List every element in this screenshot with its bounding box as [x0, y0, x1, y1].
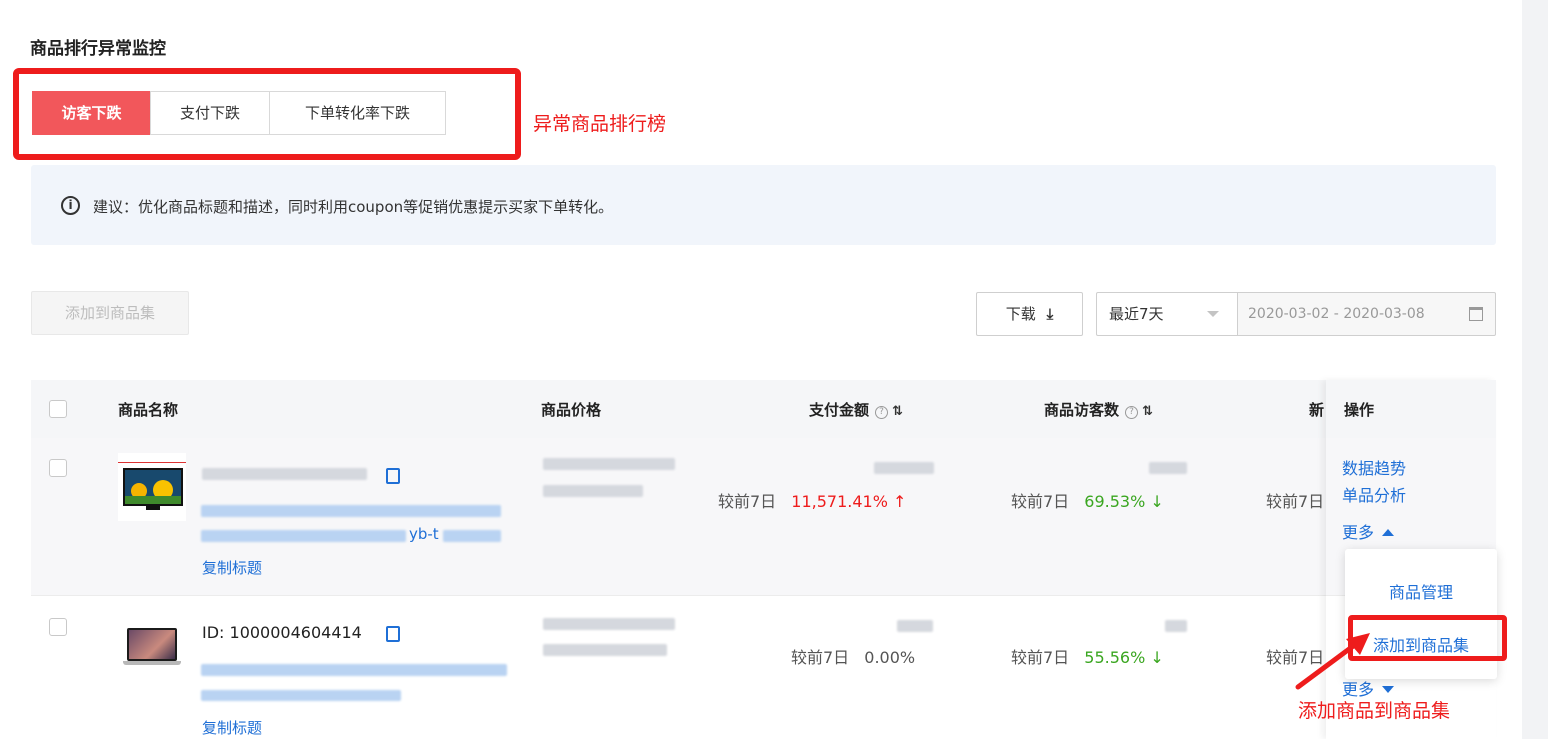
product-thumbnail[interactable] [123, 628, 181, 668]
header-visitors-label: 商品访客数 [1044, 401, 1120, 419]
header-pay-amount-label: 支付金额 [809, 401, 870, 419]
row-checkbox[interactable] [49, 618, 67, 636]
annotation-box-tabs [13, 68, 521, 160]
compare-label: 较前7日 [1011, 648, 1070, 667]
date-range-value: 2020-03-02 - 2020-03-08 [1248, 306, 1425, 322]
visitors-blurred [1165, 620, 1187, 632]
pay-amount-blurred [897, 620, 933, 632]
pay-amount-blurred [874, 462, 934, 474]
header-next-column: 新 [1309, 401, 1325, 419]
visitors-blurred [1149, 462, 1187, 474]
range-select[interactable]: 最近7天 [1096, 292, 1238, 336]
product-title-fragment[interactable]: yb-t [409, 525, 439, 543]
price-blurred [543, 644, 667, 656]
add-to-set-button[interactable]: 添加到商品集 [31, 291, 189, 335]
product-id-blurred [202, 468, 367, 480]
price-blurred [543, 618, 675, 630]
annotation-add-to-set: 添加商品到商品集 [1298, 700, 1451, 722]
table-row: yb-t 复制标题 较前7日 11,571.41% ↑ 较前7日 69.53% … [31, 438, 1496, 595]
copy-icon[interactable] [386, 468, 400, 484]
arrow-up-icon: ↑ [887, 492, 907, 511]
visitors-compare: 较前7日 69.53% ↓ [1011, 488, 1164, 512]
product-title-blurred[interactable] [443, 530, 501, 542]
chevron-down-icon [1207, 311, 1219, 317]
sort-icon[interactable]: ⇅ [892, 404, 903, 419]
suggestion-banner: i 建议：优化商品标题和描述，同时利用coupon等促销优惠提示买家下单转化。 [31, 165, 1496, 245]
more-menu-toggle[interactable]: 更多 [1342, 519, 1395, 543]
next-compare-label: 较前7日 [1266, 492, 1325, 511]
arrow-down-icon: ↓ [1145, 492, 1164, 511]
download-icon: ⤓ [1046, 305, 1054, 323]
compare-value: 11,571.41% [791, 492, 888, 511]
row-checkbox[interactable] [49, 459, 67, 477]
header-product-name: 商品名称 [118, 401, 179, 419]
compare-value: 69.53% [1084, 492, 1146, 511]
compare-label: 较前7日 [718, 492, 777, 511]
product-thumbnail[interactable] [118, 453, 186, 521]
scrollbar-track[interactable] [1522, 0, 1548, 739]
suggestion-text: 建议：优化商品标题和描述，同时利用coupon等促销优惠提示买家下单转化。 [93, 198, 614, 216]
table-header: 商品名称 商品价格 支付金额? ⇅ 商品访客数? ⇅ 新 [31, 380, 1496, 438]
compare-label: 较前7日 [791, 648, 850, 667]
header-price: 商品价格 [541, 401, 602, 419]
pay-amount-compare: 较前7日 0.00% [791, 644, 915, 668]
header-pay-amount[interactable]: 支付金额? ⇅ [809, 399, 903, 420]
annotation-ranking: 异常商品排行榜 [533, 113, 667, 135]
product-title-blurred[interactable] [201, 530, 406, 542]
section-title: 商品排行异常监控 [30, 39, 166, 59]
product-title-blurred[interactable] [201, 505, 501, 517]
compare-label: 较前7日 [1011, 492, 1070, 511]
info-icon: i [61, 196, 80, 215]
visitors-compare: 较前7日 55.56% ↓ [1011, 644, 1164, 668]
calendar-icon [1469, 307, 1483, 321]
annotation-arrow-icon [1295, 633, 1370, 690]
compare-value: 0.00% [864, 648, 916, 667]
select-all-checkbox[interactable] [49, 400, 67, 418]
data-trend-link[interactable]: 数据趋势 [1342, 455, 1406, 479]
pay-amount-compare: 较前7日 11,571.41% ↑ [718, 488, 906, 512]
download-label: 下载 [1005, 305, 1036, 323]
header-operations: 操作 [1344, 401, 1375, 419]
copy-title-link[interactable]: 复制标题 [202, 717, 262, 738]
menu-item-product-manage[interactable]: 商品管理 [1345, 579, 1497, 603]
range-select-value: 最近7天 [1109, 305, 1164, 323]
compare-value: 55.56% [1084, 648, 1146, 667]
product-id: ID: 1000004604414 [202, 623, 362, 642]
single-analysis-link[interactable]: 单品分析 [1342, 482, 1406, 506]
chevron-up-icon [1382, 529, 1395, 536]
copy-title-link[interactable]: 复制标题 [202, 557, 262, 578]
header-visitors[interactable]: 商品访客数? ⇅ [1044, 399, 1153, 420]
more-label: 更多 [1342, 523, 1375, 542]
date-range-picker[interactable]: 2020-03-02 - 2020-03-08 [1237, 292, 1496, 336]
table-row: ID: 1000004604414 复制标题 较前7日 0.00% 较前7日 5… [31, 595, 1496, 739]
arrow-down-icon: ↓ [1145, 648, 1164, 667]
chevron-down-icon [1382, 686, 1395, 693]
sort-icon[interactable]: ⇅ [1142, 404, 1153, 419]
price-blurred [543, 485, 643, 497]
product-title-blurred[interactable] [201, 690, 401, 701]
help-icon[interactable]: ? [875, 406, 889, 419]
product-title-blurred[interactable] [201, 664, 507, 676]
help-icon[interactable]: ? [1125, 406, 1139, 419]
price-blurred [543, 458, 675, 470]
download-button[interactable]: 下载 ⤓ [976, 292, 1083, 336]
copy-icon[interactable] [386, 626, 400, 642]
